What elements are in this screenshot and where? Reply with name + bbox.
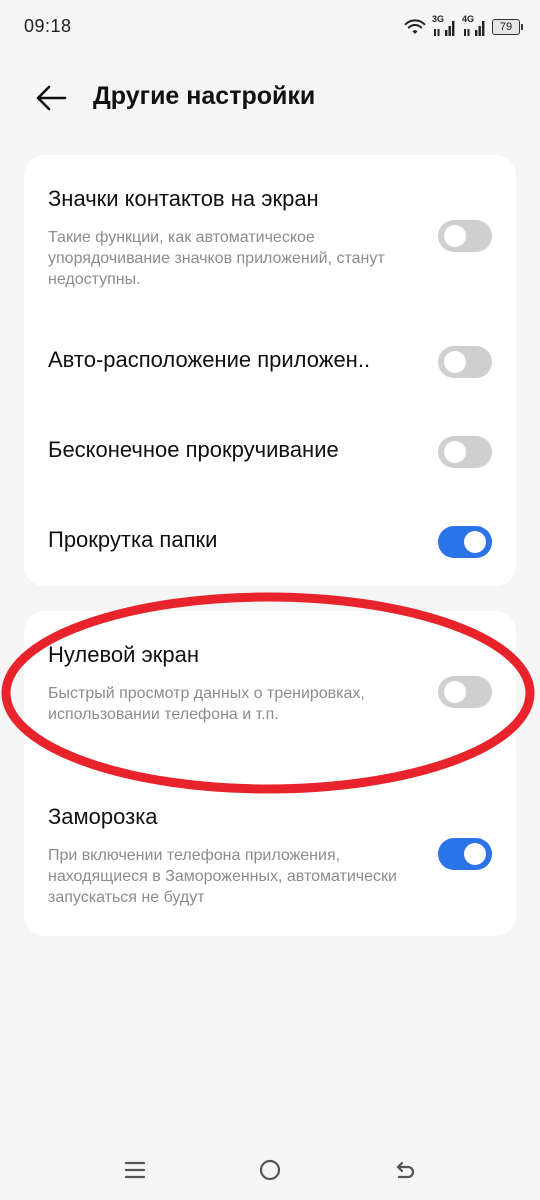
signal-icon: 4G bbox=[462, 14, 486, 38]
toggle-switch-zero-screen[interactable] bbox=[438, 676, 492, 708]
settings-card-2: Нулевой экран Быстрый просмотр данных о … bbox=[24, 611, 516, 936]
setting-title: Заморозка bbox=[48, 804, 158, 829]
setting-row-auto-arrange[interactable]: Авто-расположение приложен.. bbox=[24, 327, 516, 397]
toggle-knob bbox=[464, 531, 486, 553]
toggle-knob bbox=[444, 681, 466, 703]
setting-title: Значки контактов на экран bbox=[48, 186, 319, 211]
status-bar: 09:18 3G 4G 79 bbox=[0, 0, 540, 56]
setting-row-zero-screen[interactable]: Нулевой экран Быстрый просмотр данных о … bbox=[24, 611, 516, 761]
network-type-label: 3G bbox=[432, 14, 445, 24]
home-button[interactable] bbox=[254, 1154, 286, 1186]
back-button[interactable] bbox=[28, 76, 74, 120]
header: Другие настройки bbox=[0, 70, 540, 126]
toggle-knob bbox=[444, 441, 466, 463]
setting-row-infinite-scroll[interactable]: Бесконечное прокручивание bbox=[24, 417, 516, 487]
setting-title: Прокрутка папки bbox=[48, 527, 218, 552]
menu-button[interactable] bbox=[119, 1154, 151, 1186]
signal-icon: 3G bbox=[432, 14, 456, 38]
setting-title: Авто-расположение приложен.. bbox=[48, 347, 371, 372]
battery-level: 79 bbox=[499, 21, 513, 33]
page-title: Другие настройки bbox=[93, 82, 316, 110]
toggle-switch-folder-scroll[interactable] bbox=[438, 526, 492, 558]
toggle-switch-auto-arrange[interactable] bbox=[438, 346, 492, 378]
back-nav-button[interactable] bbox=[389, 1154, 421, 1186]
navigation-bar bbox=[0, 1140, 540, 1200]
toggle-knob bbox=[464, 843, 486, 865]
status-time: 09:18 bbox=[24, 16, 72, 36]
setting-title: Нулевой экран bbox=[48, 642, 200, 667]
battery-icon: 79 bbox=[492, 19, 523, 35]
toggle-knob bbox=[444, 225, 466, 247]
network-type-label: 4G bbox=[462, 14, 475, 24]
setting-description: Такие функции, как автоматическое упоряд… bbox=[48, 229, 385, 288]
toggle-knob bbox=[444, 351, 466, 373]
status-icons: 3G 4G 79 bbox=[404, 14, 523, 40]
setting-description: Быстрый просмотр данных о тренировках, и… bbox=[48, 685, 365, 723]
settings-card-1: Значки контактов на экран Такие функции,… bbox=[24, 155, 516, 586]
home-icon bbox=[259, 1159, 281, 1181]
setting-row-contact-icons[interactable]: Значки контактов на экран Такие функции,… bbox=[24, 155, 516, 305]
arrow-left-icon bbox=[36, 85, 67, 111]
wifi-icon bbox=[404, 18, 426, 36]
setting-description: При включении телефона приложения, наход… bbox=[48, 847, 397, 906]
toggle-switch-infinite-scroll[interactable] bbox=[438, 436, 492, 468]
setting-row-folder-scroll[interactable]: Прокрутка папки bbox=[24, 507, 516, 577]
menu-icon bbox=[124, 1161, 146, 1179]
setting-title: Бесконечное прокручивание bbox=[48, 437, 339, 462]
setting-row-freeze[interactable]: Заморозка При включении телефона приложе… bbox=[24, 773, 516, 923]
toggle-switch-freeze[interactable] bbox=[438, 838, 492, 870]
toggle-switch-contact-icons[interactable] bbox=[438, 220, 492, 252]
back-icon bbox=[396, 1161, 415, 1179]
